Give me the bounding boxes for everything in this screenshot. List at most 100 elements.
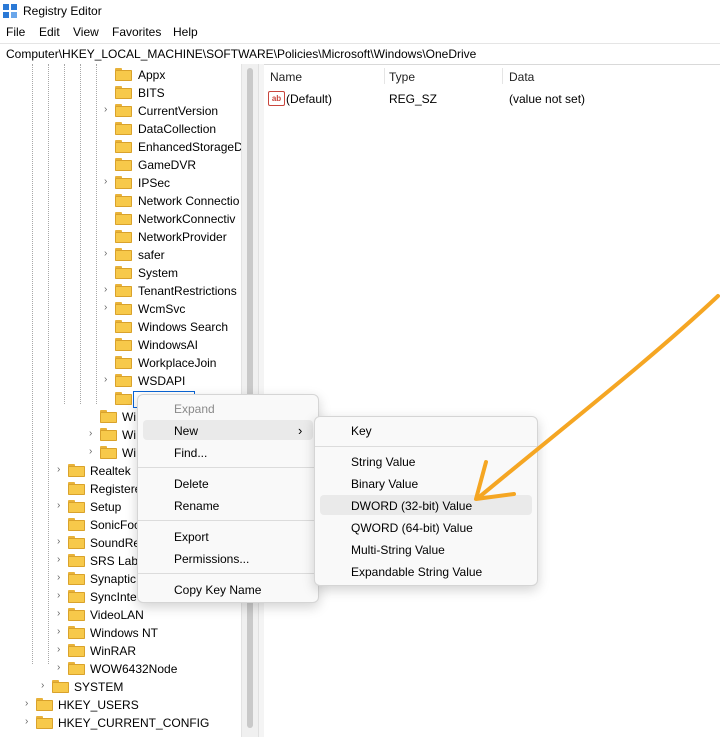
value-data: (value not set) bbox=[509, 92, 586, 106]
tree-node-wsdapi[interactable]: › WSDAPI bbox=[0, 372, 240, 390]
value-row-default[interactable]: ab (Default) REG_SZ (value not set) bbox=[264, 90, 714, 108]
tree-node-datacollection[interactable]: DataCollection bbox=[0, 120, 240, 138]
chevron-right-icon[interactable]: › bbox=[89, 429, 97, 439]
context-menu: Expand New › Find... Delete Rename Expor… bbox=[137, 394, 319, 603]
folder-icon bbox=[115, 176, 132, 189]
menu-copy-key-name[interactable]: Copy Key Name bbox=[174, 583, 261, 597]
values-list[interactable]: Name Type Data ab (Default) REG_SZ (valu… bbox=[264, 64, 720, 737]
chevron-right-icon[interactable]: › bbox=[104, 177, 112, 187]
tree-node-wow6432node[interactable]: › WOW6432Node bbox=[0, 660, 240, 678]
submenu-string-value[interactable]: String Value bbox=[351, 455, 415, 469]
tree-node-label: HKEY_CURRENT_CONFIG bbox=[58, 716, 210, 730]
chevron-right-icon[interactable]: › bbox=[104, 105, 112, 115]
tree-node-currentversion[interactable]: › CurrentVersion bbox=[0, 102, 240, 120]
address-path[interactable]: Computer\HKEY_LOCAL_MACHINE\SOFTWARE\Pol… bbox=[6, 47, 476, 61]
menu-export[interactable]: Export bbox=[174, 530, 209, 544]
tree-node-label: Registere bbox=[90, 482, 142, 496]
chevron-right-icon[interactable]: › bbox=[25, 717, 33, 727]
menu-favorites[interactable]: Favorites bbox=[112, 25, 161, 39]
tree-node-windows-nt[interactable]: › Windows NT bbox=[0, 624, 240, 642]
chevron-right-icon[interactable]: › bbox=[104, 375, 112, 385]
tree-node-network-connections[interactable]: Network Connectio bbox=[0, 192, 240, 210]
submenu-qword-value[interactable]: QWORD (64-bit) Value bbox=[351, 521, 473, 535]
tree-node-label: WindowsAI bbox=[138, 338, 199, 352]
folder-icon bbox=[68, 608, 85, 621]
chevron-right-icon[interactable]: › bbox=[57, 501, 65, 511]
folder-icon bbox=[115, 302, 132, 315]
chevron-right-icon[interactable]: › bbox=[57, 645, 65, 655]
folder-icon bbox=[115, 338, 132, 351]
tree-node-safer[interactable]: › safer bbox=[0, 246, 240, 264]
tree-node-label: SyncInte bbox=[90, 590, 137, 604]
folder-icon bbox=[115, 320, 132, 333]
folder-icon bbox=[115, 230, 132, 243]
chevron-right-icon[interactable]: › bbox=[57, 627, 65, 637]
address-bar[interactable]: Computer\HKEY_LOCAL_MACHINE\SOFTWARE\Pol… bbox=[0, 43, 720, 65]
folder-icon bbox=[52, 680, 69, 693]
column-data[interactable]: Data bbox=[509, 70, 534, 84]
chevron-right-icon[interactable]: › bbox=[104, 285, 112, 295]
tree-node-hkey-users[interactable]: › HKEY_USERS bbox=[0, 696, 240, 714]
tree-node-gamedvr[interactable]: GameDVR bbox=[0, 156, 240, 174]
chevron-right-icon[interactable]: › bbox=[104, 303, 112, 313]
column-name[interactable]: Name bbox=[270, 70, 302, 84]
tree-node-system[interactable]: › SYSTEM bbox=[0, 678, 240, 696]
chevron-right-icon[interactable]: › bbox=[89, 447, 97, 457]
chevron-right-icon[interactable]: › bbox=[25, 699, 33, 709]
menu-permissions[interactable]: Permissions... bbox=[174, 552, 249, 566]
menu-view[interactable]: View bbox=[73, 25, 99, 39]
tree-node-wcmsvc[interactable]: › WcmSvc bbox=[0, 300, 240, 318]
tree-node-hkey-current-config[interactable]: › HKEY_CURRENT_CONFIG bbox=[0, 714, 240, 732]
menu-bar: File Edit View Favorites Help bbox=[0, 22, 720, 42]
folder-icon bbox=[36, 716, 53, 729]
tree-node-windowsai[interactable]: WindowsAI bbox=[0, 336, 240, 354]
tree-node-winrar[interactable]: › WinRAR bbox=[0, 642, 240, 660]
menu-separator bbox=[138, 573, 318, 574]
tree-node-label: System bbox=[138, 266, 179, 280]
tree-node-label: Wi bbox=[122, 410, 136, 424]
menu-find[interactable]: Find... bbox=[174, 446, 207, 460]
chevron-right-icon[interactable]: › bbox=[57, 537, 65, 547]
menu-help[interactable]: Help bbox=[173, 25, 198, 39]
menu-separator bbox=[138, 520, 318, 521]
tree-node-label: DataCollection bbox=[138, 122, 217, 136]
submenu-binary-value[interactable]: Binary Value bbox=[351, 477, 418, 491]
chevron-right-icon[interactable]: › bbox=[57, 609, 65, 619]
submenu-multi-string-value[interactable]: Multi-String Value bbox=[351, 543, 445, 557]
string-value-icon: ab bbox=[268, 91, 285, 106]
submenu-key[interactable]: Key bbox=[351, 424, 372, 438]
tree-node-label: WSDAPI bbox=[138, 374, 186, 388]
tree-node-enhancedstorage[interactable]: EnhancedStorageD bbox=[0, 138, 243, 156]
menu-separator bbox=[138, 467, 318, 468]
tree-node-ipsec[interactable]: › IPSec bbox=[0, 174, 240, 192]
menu-rename[interactable]: Rename bbox=[174, 499, 219, 513]
column-divider[interactable] bbox=[502, 68, 503, 84]
folder-icon bbox=[115, 392, 132, 405]
menu-edit[interactable]: Edit bbox=[39, 25, 60, 39]
menu-file[interactable]: File bbox=[6, 25, 25, 39]
submenu-dword-value[interactable]: DWORD (32-bit) Value bbox=[351, 499, 472, 513]
column-divider[interactable] bbox=[384, 68, 385, 84]
tree-node-networkprovider[interactable]: NetworkProvider bbox=[0, 228, 240, 246]
chevron-right-icon[interactable]: › bbox=[57, 591, 65, 601]
chevron-right-icon[interactable]: › bbox=[57, 663, 65, 673]
tree-node-networkconnectivity[interactable]: NetworkConnectiv bbox=[0, 210, 240, 228]
submenu-expandable-string-value[interactable]: Expandable String Value bbox=[351, 565, 482, 579]
tree-node-label: Network Connectio bbox=[138, 194, 240, 208]
chevron-right-icon[interactable]: › bbox=[104, 249, 112, 259]
chevron-right-icon[interactable]: › bbox=[57, 573, 65, 583]
tree-node-system-policies[interactable]: System bbox=[0, 264, 240, 282]
menu-delete[interactable]: Delete bbox=[174, 477, 209, 491]
column-type[interactable]: Type bbox=[389, 70, 415, 84]
tree-node-tenantrestrictions[interactable]: › TenantRestrictions bbox=[0, 282, 240, 300]
tree-node-workplacejoin[interactable]: WorkplaceJoin bbox=[0, 354, 240, 372]
menu-expand[interactable]: Expand bbox=[174, 402, 215, 416]
chevron-right-icon[interactable]: › bbox=[57, 465, 65, 475]
tree-node-windows-search[interactable]: Windows Search bbox=[0, 318, 240, 336]
tree-node-bits[interactable]: BITS bbox=[0, 84, 240, 102]
tree-node-appx[interactable]: Appx bbox=[0, 66, 240, 84]
menu-new[interactable]: New bbox=[174, 424, 198, 438]
tree-node-videolan[interactable]: › VideoLAN bbox=[0, 606, 240, 624]
chevron-right-icon[interactable]: › bbox=[57, 555, 65, 565]
chevron-right-icon[interactable]: › bbox=[41, 681, 49, 691]
